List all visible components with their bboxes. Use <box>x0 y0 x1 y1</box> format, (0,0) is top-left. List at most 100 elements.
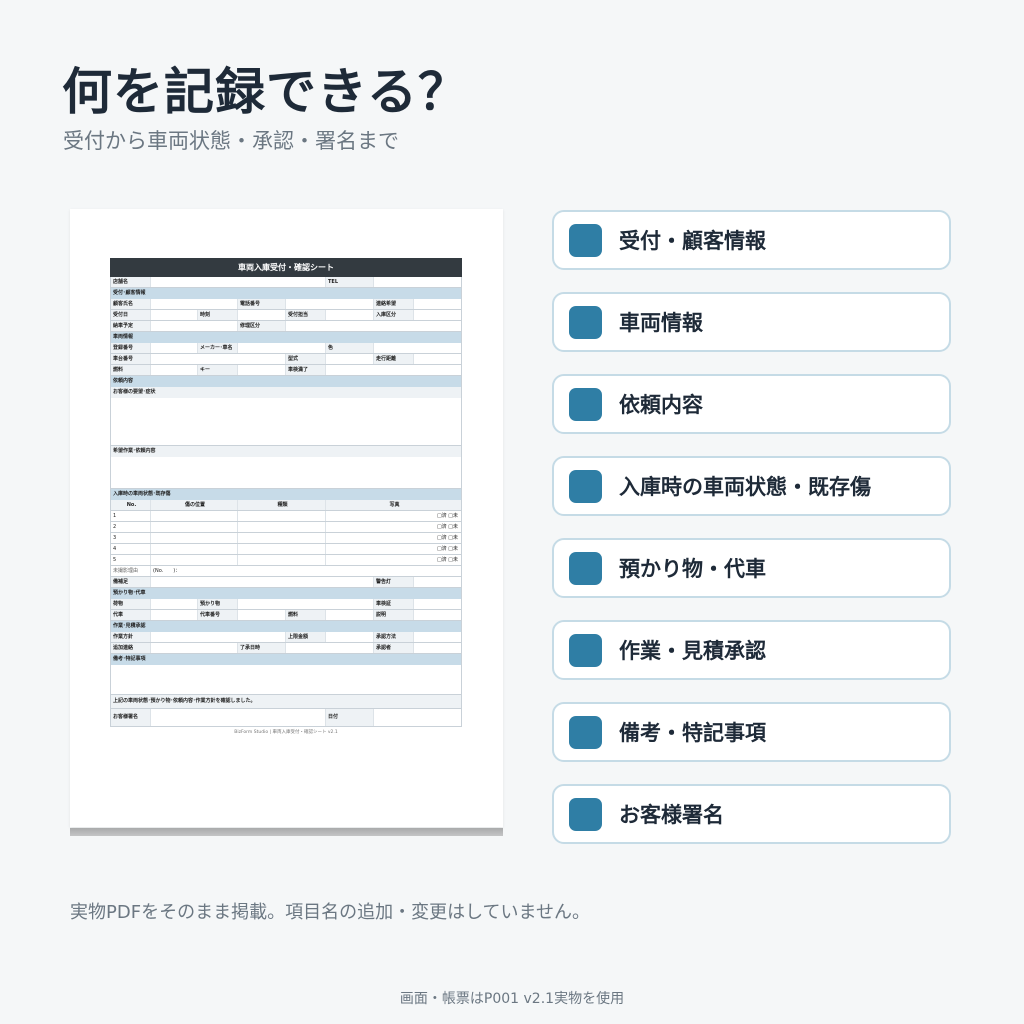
form-section: 依頼内容 <box>110 376 462 387</box>
feature-card: 備考・特記事項 <box>552 702 951 762</box>
document-preview: 車両入庫受付・確認シート 店舗名 TEL 受付･顧客情報 顧客氏名 電話番号 連… <box>70 209 503 827</box>
field-value <box>414 354 461 364</box>
table-cell <box>151 533 238 543</box>
photo-check: □済 □未 <box>436 512 458 519</box>
table-row: 4 □済 □未 <box>110 544 462 555</box>
field-label: 入庫区分 <box>374 310 414 320</box>
field-value <box>151 277 326 287</box>
feature-card: 作業・見積承認 <box>552 620 951 680</box>
field-label: 色 <box>326 343 374 353</box>
text-area <box>110 457 462 489</box>
field-value: (No. )： <box>153 567 181 574</box>
form-section: 備考･特記事項 <box>110 654 462 665</box>
field-label: メーカー･車名 <box>198 343 238 353</box>
field-label: 荷物 <box>111 599 151 609</box>
damage-table: 1 □済 □未 2 □済 □未 3 □済 □未 4 □済 □未 5 □済 □未 <box>110 511 462 566</box>
photo-check: □済 □未 <box>436 523 458 530</box>
field-value <box>151 354 286 364</box>
field-label: 受付担当 <box>286 310 326 320</box>
field-value <box>326 354 374 364</box>
table-cell <box>238 522 326 532</box>
field-label: 電話番号 <box>238 299 286 309</box>
feature-card: 依頼内容 <box>552 374 951 434</box>
table-row: 2 □済 □未 <box>110 522 462 533</box>
table-cell <box>238 533 326 543</box>
column-header: 種類 <box>238 500 326 510</box>
field-label: 追加連絡 <box>111 643 151 653</box>
signature-field <box>151 709 326 726</box>
field-label: 店舗名 <box>111 277 151 287</box>
form-row: 希望作業･依頼内容 <box>110 446 462 457</box>
field-label: 走行距離 <box>374 354 414 364</box>
field-value <box>374 709 461 726</box>
field-value <box>238 610 286 620</box>
form-row: 追加連絡 了承日時 承認者 <box>110 643 462 654</box>
table-row: 5 □済 □未 <box>110 555 462 566</box>
form-row: 納車予定 修理区分 <box>110 321 462 332</box>
confirmation-text: 上記の車両状態･預かり物･依頼内容･作業方針を確認しました。 <box>111 695 461 708</box>
field-label: 預かり物 <box>198 599 238 609</box>
form-section: 車両情報 <box>110 332 462 343</box>
table-cell <box>238 555 326 565</box>
field-label: 納車予定 <box>111 321 151 331</box>
form-title: 車両入庫受付・確認シート <box>110 258 462 277</box>
form-section: 作業･見積承認 <box>110 621 462 632</box>
form-row: お客様署名 日付 <box>110 709 462 727</box>
page-subtitle: 受付から車両状態・承認・署名まで <box>63 129 399 153</box>
field-value <box>374 343 461 353</box>
table-row: 3 □済 □未 <box>110 533 462 544</box>
row-number: 2 <box>111 522 151 532</box>
field-label: 車検証 <box>374 599 414 609</box>
form-section: 入庫時の車両状態･既存傷 <box>110 489 462 500</box>
field-value <box>414 643 461 653</box>
field-value <box>414 310 461 320</box>
field-value <box>414 610 461 620</box>
field-value <box>414 577 461 587</box>
field-value <box>151 610 198 620</box>
table-cell <box>151 522 238 532</box>
text-area <box>110 398 462 446</box>
field-value <box>414 299 461 309</box>
field-label: 車台番号 <box>111 354 151 364</box>
field-value <box>414 599 461 609</box>
form-sheet: 車両入庫受付・確認シート 店舗名 TEL 受付･顧客情報 顧客氏名 電話番号 連… <box>110 258 462 736</box>
field-value <box>326 632 374 642</box>
form-footer: BizForm Studio | 車両入庫受付・確認シート v2.1 <box>234 730 338 735</box>
feature-label: 預かり物・代車 <box>619 557 766 581</box>
square-icon <box>569 633 602 667</box>
column-header: No. <box>111 500 151 510</box>
form-row: 未撮影理由 (No. )： <box>110 566 462 577</box>
field-label: 燃料 <box>286 610 326 620</box>
field-value <box>238 365 286 375</box>
photo-check: □済 □未 <box>436 545 458 552</box>
field-value <box>151 321 238 331</box>
field-value <box>151 365 198 375</box>
field-value <box>151 310 198 320</box>
column-header: 写真 <box>326 500 461 510</box>
feature-label: 作業・見積承認 <box>619 639 766 663</box>
square-icon <box>569 551 602 585</box>
field-label: 上限金額 <box>286 632 326 642</box>
field-label: 受付日 <box>111 310 151 320</box>
square-icon <box>569 223 602 257</box>
field-value <box>151 577 374 587</box>
form-row: 上記の車両状態･預かり物･依頼内容･作業方針を確認しました。 <box>110 695 462 709</box>
row-number: 3 <box>111 533 151 543</box>
field-label: 燃料 <box>111 365 151 375</box>
field-value <box>151 643 238 653</box>
field-label: 了承日時 <box>238 643 286 653</box>
feature-card: 入庫時の車両状態・既存傷 <box>552 456 951 516</box>
table-row: 1 □済 □未 <box>110 511 462 522</box>
feature-label: 入庫時の車両状態・既存傷 <box>619 475 871 499</box>
field-value <box>326 310 374 320</box>
form-row: 作業方針 上限金額 承認方法 <box>110 632 462 643</box>
row-number: 1 <box>111 511 151 521</box>
field-label: 車検満了 <box>286 365 326 375</box>
square-icon <box>569 469 602 503</box>
field-value <box>151 632 286 642</box>
row-number: 5 <box>111 555 151 565</box>
row-number: 4 <box>111 544 151 554</box>
field-label: 作業方針 <box>111 632 151 642</box>
feature-label: 備考・特記事項 <box>619 721 766 745</box>
note-text: 実物PDFをそのまま掲載。項目名の追加・変更はしていません。 <box>70 902 590 923</box>
